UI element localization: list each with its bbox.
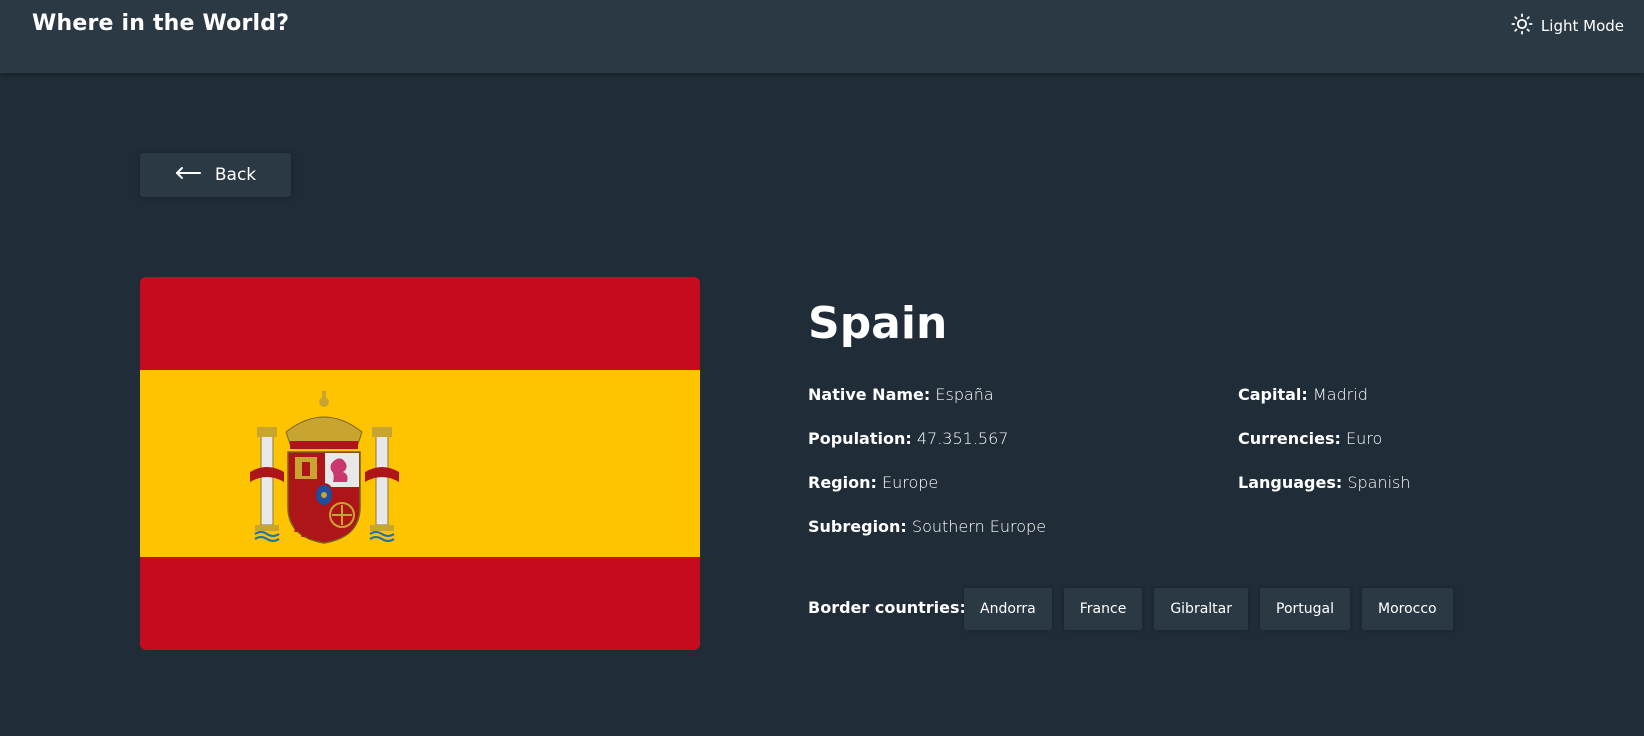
- border-country-morocco[interactable]: Morocco: [1361, 588, 1453, 630]
- native-name-label: Native Name:: [808, 385, 931, 404]
- currencies-label: Currencies:: [1238, 429, 1341, 448]
- theme-toggle-button[interactable]: Light Mode: [1511, 13, 1624, 39]
- back-button-label: Back: [214, 165, 257, 185]
- border-country-france[interactable]: France: [1063, 588, 1143, 630]
- theme-toggle-label: Light Mode: [1540, 17, 1624, 35]
- back-button[interactable]: Back: [140, 153, 291, 197]
- sun-icon: [1511, 13, 1533, 39]
- native-name-value: España: [935, 385, 994, 404]
- currencies-field: Currencies: Euro: [1238, 429, 1382, 449]
- currencies-value: Euro: [1346, 429, 1383, 448]
- languages-value: Spanish: [1347, 473, 1411, 492]
- native-name-field: Native Name: España: [808, 385, 994, 405]
- subregion-label: Subregion:: [808, 517, 907, 536]
- subregion-field: Subregion: Southern Europe: [808, 517, 1046, 537]
- population-field: Population: 47.351.567: [808, 429, 1008, 449]
- region-label: Region:: [808, 473, 877, 492]
- capital-field: Capital: Madrid: [1238, 385, 1368, 405]
- border-country-gibraltar[interactable]: Gibraltar: [1154, 588, 1248, 630]
- capital-value: Madrid: [1312, 385, 1368, 404]
- border-country-portugal[interactable]: Portugal: [1260, 588, 1350, 630]
- languages-label: Languages:: [1238, 473, 1343, 492]
- region-field: Region: Europe: [808, 473, 938, 493]
- subregion-value: Southern Europe: [911, 517, 1047, 536]
- app-title: Where in the World?: [32, 11, 290, 36]
- country-name: Spain: [808, 298, 948, 349]
- border-countries-label: Border countries:: [808, 598, 966, 617]
- border-country-andorra[interactable]: Andorra: [964, 588, 1052, 630]
- population-value: 47.351.567: [916, 429, 1009, 448]
- population-label: Population:: [808, 429, 912, 448]
- arrow-left-icon: [175, 165, 201, 185]
- country-flag: [140, 277, 700, 650]
- region-value: Europe: [881, 473, 939, 492]
- app-header: Where in the World? Light Mode: [0, 0, 1644, 73]
- capital-label: Capital:: [1238, 385, 1308, 404]
- border-countries-list: Andorra France Gibraltar Portugal Morocc…: [964, 588, 1453, 630]
- languages-field: Languages: Spanish: [1238, 473, 1411, 493]
